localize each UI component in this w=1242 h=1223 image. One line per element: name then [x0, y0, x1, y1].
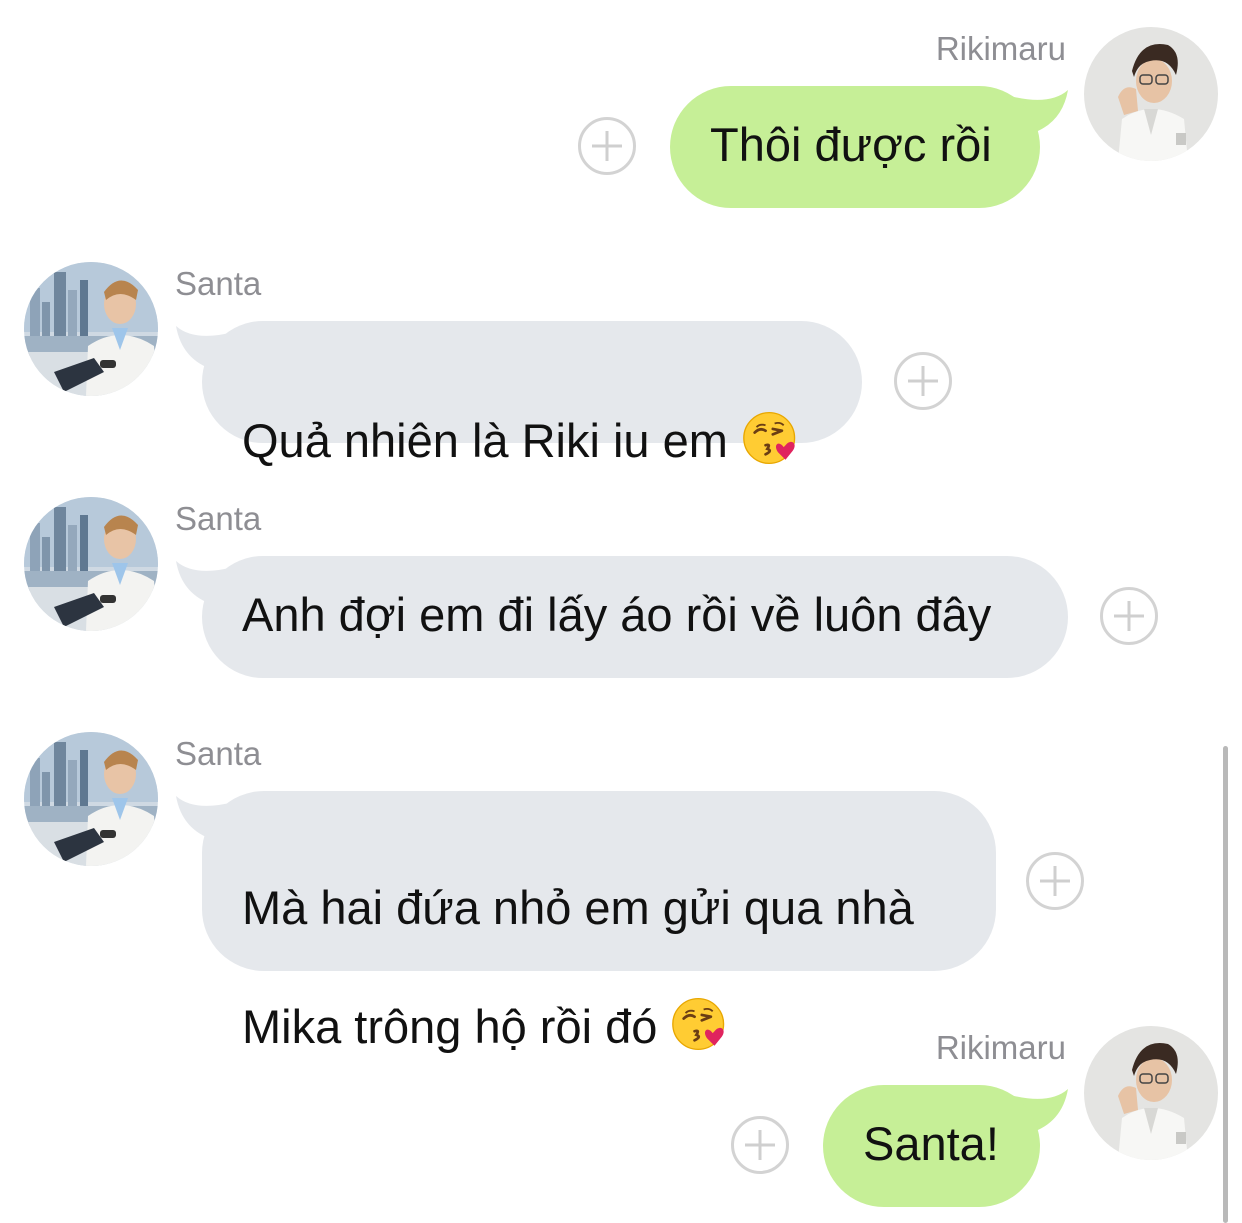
chat-message: Rikimaru Thôi được rồi — [0, 0, 1242, 230]
message-bubble[interactable]: Thôi được rồi — [670, 86, 1040, 208]
santa-avatar[interactable] — [24, 262, 158, 396]
santa-avatar[interactable] — [24, 497, 158, 631]
add-reaction-icon[interactable] — [578, 117, 636, 175]
sender-name: Santa — [175, 265, 262, 302]
rikimaru-avatar[interactable] — [1084, 1026, 1218, 1160]
message-text-line: Mà hai đứa nhỏ em gửi qua nhà — [242, 881, 914, 934]
add-reaction-icon[interactable] — [894, 352, 952, 410]
message-bubble[interactable]: Mà hai đứa nhỏ em gửi qua nhà Mika trông… — [202, 791, 996, 1053]
sender-name: Rikimaru — [935, 1029, 1066, 1066]
add-reaction-icon[interactable] — [731, 1116, 789, 1174]
kissing-face-emoji-icon — [742, 409, 800, 467]
rikimaru-avatar[interactable] — [1084, 27, 1218, 161]
message-bubble[interactable]: Quả nhiên là Riki iu em — [202, 321, 862, 467]
santa-avatar[interactable] — [24, 732, 158, 866]
kissing-face-emoji-icon — [671, 995, 729, 1053]
message-bubble[interactable]: Anh đợi em đi lấy áo rồi về luôn đây — [202, 556, 1068, 678]
message-bubble[interactable]: Santa! — [823, 1085, 1040, 1207]
sender-name: Rikimaru — [935, 30, 1066, 67]
message-text: Quả nhiên là Riki iu em — [242, 414, 728, 467]
sender-name: Santa — [175, 735, 262, 772]
message-text-line: Mika trông hộ rồi đó — [242, 1000, 658, 1053]
add-reaction-icon[interactable] — [1026, 852, 1084, 910]
sender-name: Santa — [175, 500, 262, 537]
scrollbar[interactable] — [1223, 746, 1228, 1223]
add-reaction-icon[interactable] — [1100, 587, 1158, 645]
